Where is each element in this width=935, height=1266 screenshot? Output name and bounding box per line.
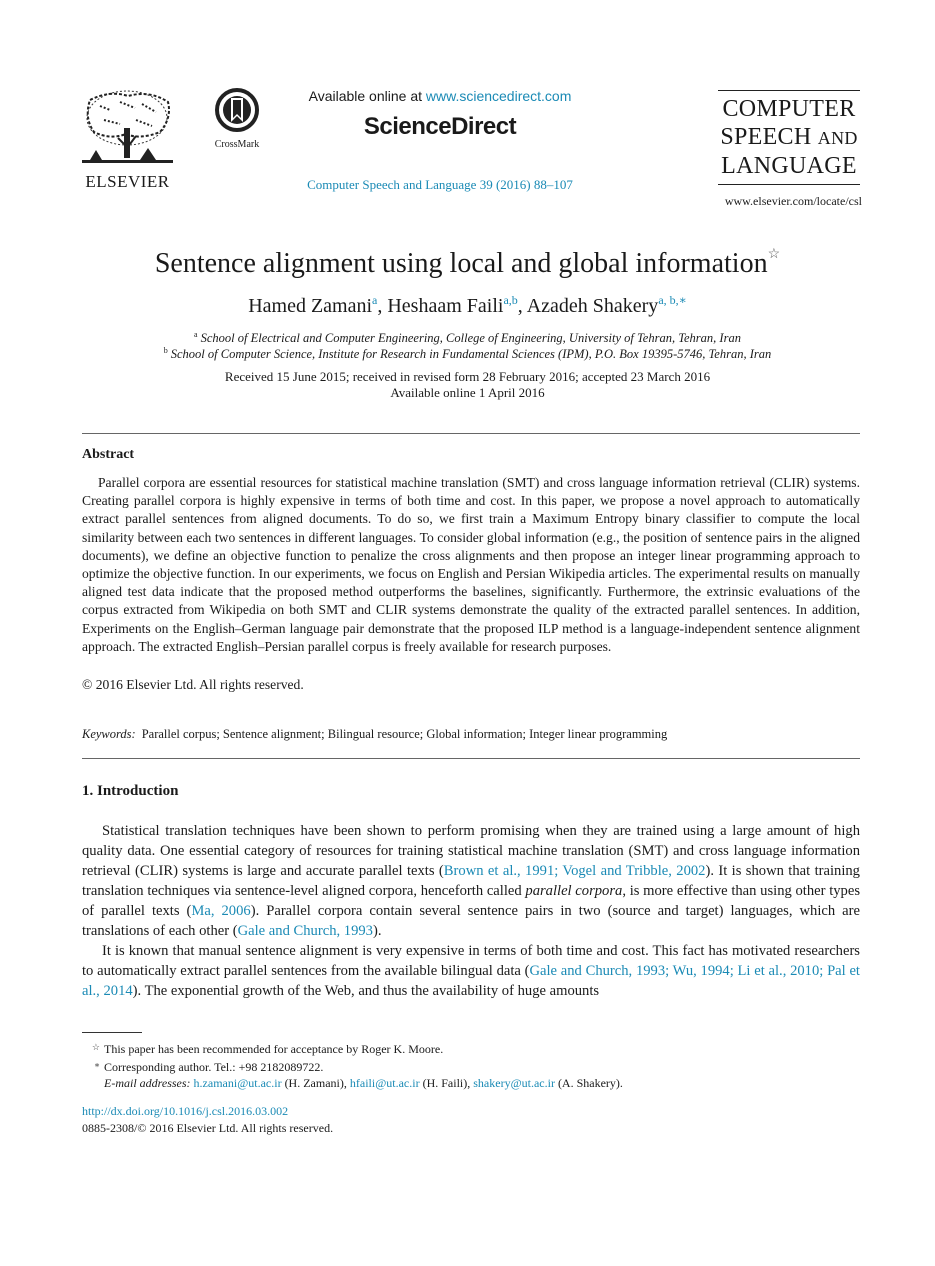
abstract-top-divider: [82, 433, 860, 434]
footnote-text: Corresponding author. Tel.: +98 21820897…: [104, 1060, 324, 1074]
abstract-heading: Abstract: [82, 447, 135, 462]
title-note-star-icon[interactable]: ☆: [768, 247, 781, 262]
author-affiliation-mark[interactable]: a: [372, 293, 377, 307]
affiliation-text: School of Computer Science, Institute fo…: [170, 347, 772, 361]
journal-homepage-link[interactable]: www.elsevier.com/locate/csl: [700, 194, 862, 209]
email-link[interactable]: h.zamani@ut.ac.ir: [194, 1076, 282, 1090]
crossmark-icon: [215, 88, 259, 132]
affiliation-text: School of Electrical and Computer Engine…: [200, 331, 741, 345]
star-footnote-icon: ☆: [91, 1042, 100, 1052]
abstract-copyright: © 2016 Elsevier Ltd. All rights reserved…: [82, 677, 304, 692]
crossmark-badge[interactable]: CrossMark: [205, 88, 269, 158]
journal-box-bottom-rule: [718, 184, 860, 185]
email-link[interactable]: shakery@ut.ac.ir: [473, 1076, 555, 1090]
available-online-line: Available online at www.sciencedirect.co…: [290, 88, 590, 104]
received-dates: Received 15 June 2015; received in revis…: [224, 369, 711, 384]
introduction-paragraph: Statistical translation techniques have …: [82, 821, 860, 941]
journal-title-line3: LANGUAGE: [721, 153, 857, 179]
abstract-body: Parallel corpora are essential resources…: [82, 474, 860, 656]
email-owner: (H. Zamani),: [281, 1076, 350, 1090]
doi-link[interactable]: http://dx.doi.org/10.1016/j.csl.2016.03.…: [82, 1104, 288, 1119]
journal-reference-link[interactable]: Computer Speech and Language 39 (2016) 8…: [240, 177, 640, 193]
article-title-text: Sentence alignment using local and globa…: [154, 248, 768, 279]
footnote-emails: E-mail addresses: h.zamani@ut.ac.ir (H. …: [86, 1075, 623, 1091]
affiliation-b: b School of Computer Science, Institute f…: [0, 346, 935, 362]
keywords-text: Parallel corpus; Sentence alignment; Bil…: [141, 727, 668, 741]
citation-link[interactable]: Brown et al., 1991; Vogel and Tribble, 2…: [444, 863, 706, 879]
paragraph-text: ). The exponential growth of the Web, an…: [132, 983, 600, 999]
paragraph-text: ).: [372, 923, 382, 939]
author-affiliation-mark[interactable]: a,b: [503, 293, 517, 307]
journal-title-box: COMPUTER SPEECH AND LANGUAGE: [718, 90, 860, 185]
email-owner: (A. Shakery).: [554, 1076, 623, 1090]
crossmark-label: CrossMark: [214, 139, 260, 150]
abstract-bottom-divider: [82, 758, 860, 759]
sciencedirect-wordmark: ScienceDirect: [363, 113, 517, 140]
author-name[interactable]: Heshaam Faili: [387, 295, 503, 317]
email-label: E-mail addresses:: [104, 1076, 191, 1090]
author-name[interactable]: Hamed Zamani: [248, 295, 372, 317]
journal-title: COMPUTER SPEECH AND LANGUAGE: [718, 91, 860, 184]
issn-copyright: 0885-2308/© 2016 Elsevier Ltd. All right…: [82, 1121, 334, 1135]
journal-title-and: AND: [817, 128, 858, 148]
keywords-label: Keywords:: [82, 727, 136, 741]
footnotes: ☆ This paper has been recommended for acc…: [86, 1039, 623, 1091]
journal-title-line1: COMPUTER: [722, 96, 856, 122]
author-name[interactable]: Azadeh Shakery: [527, 295, 659, 317]
available-online-prefix: Available online at: [308, 88, 426, 104]
footnote-corresponding: ∗ Corresponding author. Tel.: +98 2182089…: [86, 1057, 623, 1075]
citation-link[interactable]: Gale and Church, 1993: [238, 923, 373, 939]
publisher-name: ELSEVIER: [85, 172, 170, 191]
keywords: Keywords: Parallel corpus; Sentence align…: [82, 727, 667, 742]
asterisk-footnote-icon: ∗: [93, 1060, 100, 1070]
footnote-divider: [82, 1032, 142, 1033]
citation-link[interactable]: Ma, 2006: [191, 903, 250, 919]
abstract-text: Parallel corpora are essential resources…: [82, 475, 860, 654]
journal-title-line2: SPEECH AND: [718, 123, 860, 152]
author-list: Hamed Zamania, Heshaam Failia,b, Azadeh …: [248, 293, 687, 317]
affiliation-mark: b: [163, 346, 168, 355]
journal-title-speech: SPEECH: [720, 124, 812, 150]
footnote-text: This paper has been recommended for acce…: [104, 1042, 444, 1056]
introduction-paragraph: It is known that manual sentence alignme…: [82, 941, 860, 1001]
emphasized-term: parallel corpora: [525, 883, 623, 899]
introduction-body: Statistical translation techniques have …: [82, 821, 860, 1001]
footnote-title-note: ☆ This paper has been recommended for acc…: [86, 1039, 623, 1057]
affiliation-a: a School of Electrical and Computer Engin…: [0, 330, 935, 346]
article-title: Sentence alignment using local and globa…: [0, 246, 935, 280]
author-affiliation-mark[interactable]: a, b,∗: [658, 293, 686, 307]
affiliation-mark: a: [194, 330, 198, 339]
email-owner: (H. Faili),: [419, 1076, 474, 1090]
available-online-date: Available online 1 April 2016: [390, 385, 545, 400]
section-heading-introduction: 1. Introduction: [82, 783, 179, 799]
sciencedirect-link[interactable]: www.sciencedirect.com: [426, 88, 572, 104]
email-link[interactable]: hfaili@ut.ac.ir: [350, 1076, 420, 1090]
